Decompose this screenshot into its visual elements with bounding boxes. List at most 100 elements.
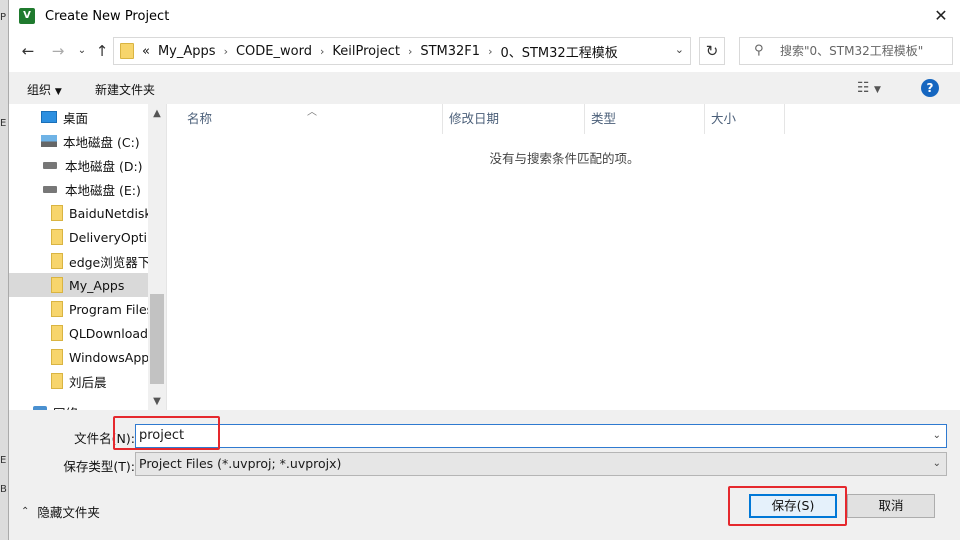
column-header-date[interactable]: 修改日期	[443, 104, 585, 134]
nav-item-label: 刘后晨	[69, 374, 107, 390]
address-bar: ← → ⌄ ↑ « My_Apps › CODE_word › KeilProj…	[9, 32, 960, 72]
nav-item-my-apps[interactable]: My_Apps	[9, 273, 148, 297]
folder-icon	[51, 325, 63, 341]
nav-item-label: 本地磁盘 (D:)	[65, 158, 143, 174]
chevron-right-icon[interactable]: ›	[488, 45, 492, 58]
nav-item-label: DeliveryOptim	[69, 229, 148, 245]
chevron-down-icon[interactable]: ⌄	[933, 425, 941, 447]
up-arrow-icon[interactable]: ↑	[91, 40, 113, 62]
folder-icon	[51, 349, 63, 365]
chevron-right-icon[interactable]: ›	[224, 45, 228, 58]
nav-item-label: BaiduNetdisk	[69, 205, 148, 221]
folder-icon	[51, 253, 63, 269]
pane-divider	[9, 410, 960, 412]
folder-icon	[51, 301, 63, 317]
drive-icon	[43, 185, 57, 193]
column-header-size[interactable]: 大小	[705, 104, 785, 134]
breadcrumb-item[interactable]: My_Apps	[158, 44, 216, 59]
hide-folders-toggle[interactable]: ⌃ 隐藏文件夹	[21, 502, 100, 521]
nav-item-folder[interactable]: BaiduNetdisk	[9, 201, 148, 225]
nav-item-folder[interactable]: 刘后晨	[9, 369, 148, 393]
refresh-icon[interactable]: ↻	[699, 37, 725, 65]
title-bar: V Create New Project ✕	[9, 0, 960, 32]
nav-item-label: QLDownloadC	[69, 325, 148, 341]
organize-menu[interactable]: 组织 ▼	[27, 81, 62, 98]
empty-results-message: 没有与搜索条件匹配的项。	[489, 151, 640, 166]
command-bar: 组织 ▼ 新建文件夹 ☷ ▼ ?	[9, 72, 960, 104]
folder-icon	[120, 43, 134, 59]
recent-locations-chevron-icon[interactable]: ⌄	[71, 40, 93, 62]
organize-label: 组织	[27, 83, 52, 97]
nav-scrollbar[interactable]: ▲ ▼	[148, 104, 166, 410]
breadcrumb-item[interactable]: KeilProject	[332, 44, 400, 59]
breadcrumb-item[interactable]: STM32F1	[420, 44, 480, 59]
nav-item-network[interactable]: 网络	[9, 400, 148, 410]
cancel-button[interactable]: 取消	[847, 494, 935, 518]
nav-item-drive-e[interactable]: 本地磁盘 (E:)	[9, 177, 148, 201]
bg-letter: E	[0, 455, 7, 466]
window-title: Create New Project	[45, 8, 170, 24]
view-options-icon[interactable]: ☷ ▼	[857, 80, 881, 96]
column-header-name[interactable]: 名称	[181, 104, 443, 134]
bg-letter: P	[0, 12, 7, 23]
nav-item-label: Program Files	[69, 301, 148, 317]
back-arrow-icon[interactable]: ←	[17, 40, 39, 62]
breadcrumb-overflow[interactable]: «	[142, 44, 150, 59]
highlight-annotation	[728, 486, 847, 526]
folder-icon	[51, 229, 63, 245]
highlight-annotation	[113, 416, 220, 450]
nav-item-label: 桌面	[63, 110, 89, 126]
nav-item-drive-c[interactable]: 本地磁盘 (C:)	[9, 129, 148, 153]
background-window-edge: P E E B	[0, 0, 8, 540]
system-drive-icon	[41, 135, 57, 147]
nav-item-label: 本地磁盘 (E:)	[65, 182, 141, 198]
nav-item-folder[interactable]: QLDownloadC	[9, 321, 148, 345]
breadcrumb[interactable]: « My_Apps › CODE_word › KeilProject › ST…	[113, 37, 691, 65]
chevron-right-icon[interactable]: ›	[408, 45, 412, 58]
new-folder-button[interactable]: 新建文件夹	[95, 81, 155, 98]
folder-icon	[51, 277, 63, 293]
chevron-down-icon[interactable]: ⌄	[675, 43, 684, 56]
nav-item-label: edge浏览器下	[69, 254, 148, 270]
folder-icon	[51, 205, 63, 221]
close-icon[interactable]: ✕	[931, 6, 951, 26]
filetype-label: 保存类型(T):	[63, 459, 135, 474]
nav-item-label: 本地磁盘 (C:)	[63, 134, 140, 150]
bg-letter: B	[0, 484, 7, 495]
nav-item-drive-d[interactable]: 本地磁盘 (D:)	[9, 153, 148, 177]
filetype-row: 保存类型(T): Project Files (*.uvproj; *.uvpr…	[9, 452, 960, 478]
desktop-icon	[41, 111, 57, 123]
filetype-value: Project Files (*.uvproj; *.uvprojx)	[139, 456, 342, 471]
help-icon[interactable]: ?	[921, 79, 939, 97]
drive-icon	[43, 161, 57, 169]
hide-folders-label: 隐藏文件夹	[37, 505, 100, 520]
column-header-type[interactable]: 类型	[585, 104, 705, 134]
nav-item-label: My_Apps	[69, 277, 125, 293]
filename-field[interactable]: project ⌄	[135, 424, 947, 448]
navigation-pane: 桌面 本地磁盘 (C:) 本地磁盘 (D:) 本地磁盘 (E:) BaiduNe…	[9, 104, 166, 410]
nav-item-folder[interactable]: DeliveryOptim	[9, 225, 148, 249]
filetype-select[interactable]: Project Files (*.uvproj; *.uvprojx) ⌄	[135, 452, 947, 476]
search-input[interactable]: ⚲ 搜索"0、STM32工程模板"	[739, 37, 953, 65]
chevron-right-icon[interactable]: ›	[320, 45, 324, 58]
file-list: ︿ 名称 修改日期 类型 大小 没有与搜索条件匹配的项。	[166, 104, 960, 410]
caret-down-icon: ▼	[54, 87, 62, 97]
forward-arrow-icon[interactable]: →	[47, 40, 69, 62]
chevron-up-icon: ⌃	[21, 506, 30, 517]
breadcrumb-item[interactable]: CODE_word	[236, 44, 312, 59]
create-project-dialog: V Create New Project ✕ ← → ⌄ ↑ « My_Apps…	[8, 0, 960, 540]
nav-item-desktop[interactable]: 桌面	[9, 105, 148, 129]
nav-item-folder[interactable]: WindowsApp	[9, 345, 148, 369]
search-icon: ⚲	[754, 43, 764, 58]
scroll-down-icon[interactable]: ▼	[148, 396, 166, 407]
folder-icon	[51, 373, 63, 389]
nav-item-folder[interactable]: Program Files	[9, 297, 148, 321]
scroll-up-icon[interactable]: ▲	[148, 108, 166, 119]
breadcrumb-item[interactable]: 0、STM32工程模板	[500, 42, 617, 61]
scrollbar-thumb[interactable]	[150, 294, 164, 384]
search-placeholder: 搜索"0、STM32工程模板"	[780, 44, 924, 58]
nav-item-label: 网络	[53, 403, 78, 411]
keil-uvision-icon: V	[19, 8, 35, 24]
chevron-down-icon[interactable]: ⌄	[933, 453, 941, 475]
nav-item-folder[interactable]: edge浏览器下	[9, 249, 148, 273]
